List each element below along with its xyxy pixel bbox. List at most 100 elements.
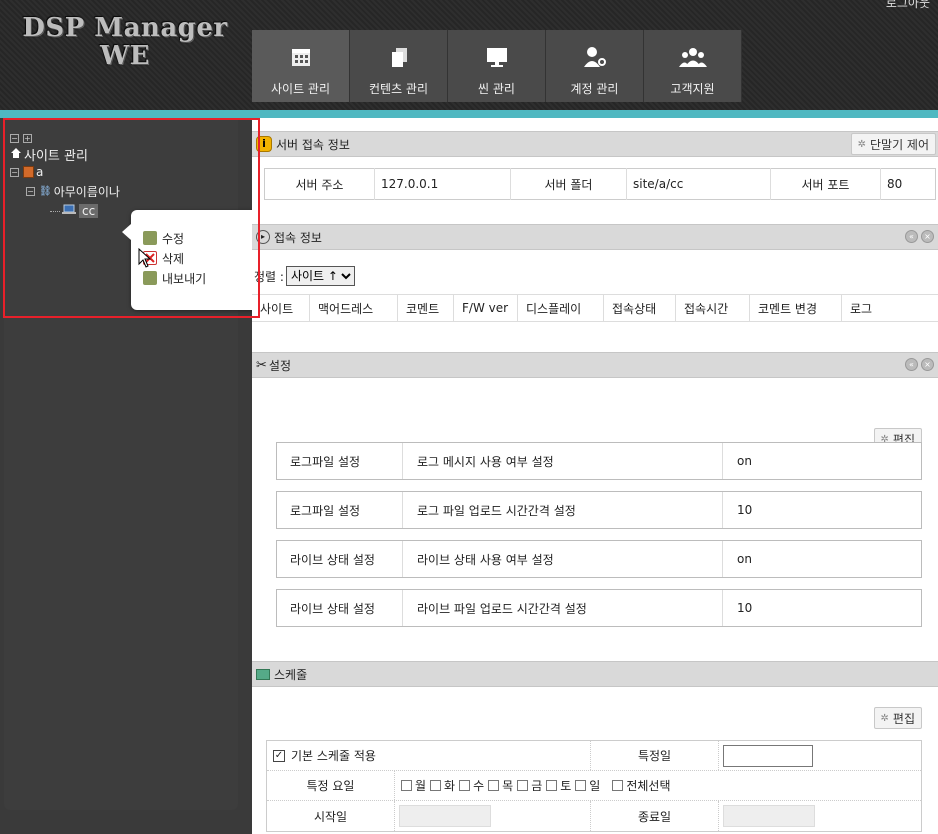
header: DSP Manager WE 로그아웃 사이트 관리 컨텐츠 관리 씬 관리 계… xyxy=(0,0,938,110)
app-title-line2: WE xyxy=(99,41,151,71)
column-header: 코멘트 변경 xyxy=(750,295,842,321)
close-icon[interactable]: × xyxy=(921,230,934,243)
server-folder-label: 서버 폴더 xyxy=(510,168,627,200)
main-content: i 서버 접속 정보 ✲ 단말기 제어 서버 주소 127.0.0.1 서버 폴… xyxy=(252,118,938,834)
minimize-icon[interactable]: « xyxy=(905,358,918,371)
expand-all-icon[interactable]: + xyxy=(23,133,32,143)
export-icon xyxy=(143,271,157,285)
setting-description: 라이브 상태 사용 여부 설정 xyxy=(403,541,723,577)
column-header: 접속시간 xyxy=(676,295,750,321)
context-menu-export[interactable]: 내보내기 xyxy=(131,268,268,288)
users-icon xyxy=(678,44,707,70)
weekday-label: 목 xyxy=(502,779,514,793)
device-control-button[interactable]: ✲ 단말기 제어 xyxy=(850,133,936,155)
weekday-checkbox[interactable] xyxy=(575,780,587,791)
tree-node-label: cc xyxy=(79,204,99,218)
column-header: 디스플레이 xyxy=(518,295,604,321)
sort-select[interactable]: 사이트 ↑ xyxy=(285,266,355,286)
schedule-row-basic: ✓ 기본 스케줄 적용 특정일 xyxy=(267,741,921,771)
laptop-icon xyxy=(62,204,76,218)
setting-category: 로그파일 설정 xyxy=(277,492,403,528)
collapse-circle-icon[interactable]: ▸ xyxy=(256,230,270,244)
button-label: 단말기 제어 xyxy=(869,137,929,152)
image-icon xyxy=(256,668,270,680)
connection-info-header: ▸ 접속 정보 « × xyxy=(252,224,938,250)
panel-title: 서버 접속 정보 xyxy=(276,137,350,152)
collapse-all-icon[interactable]: − xyxy=(10,133,19,143)
weekday-checkbox[interactable] xyxy=(546,780,558,791)
sort-label: 정렬 : xyxy=(254,269,284,284)
context-menu-edit[interactable]: 수정 xyxy=(131,228,268,248)
setting-description: 로그 메시지 사용 여부 설정 xyxy=(403,443,723,479)
menu-item-label: 삭제 xyxy=(162,251,185,266)
tree-connector xyxy=(50,210,60,212)
minimize-icon[interactable]: « xyxy=(905,230,918,243)
site-tree: − + 사이트 관리 − a − ⛓ 아무이름이나 cc xyxy=(10,130,120,219)
tab-customer-support[interactable]: 고객지원 xyxy=(644,30,742,102)
tab-scene-management[interactable]: 씬 관리 xyxy=(448,30,546,102)
tab-label: 고객지원 xyxy=(670,82,715,96)
tab-label: 씬 관리 xyxy=(478,82,515,96)
select-all-label: 전체선택 xyxy=(626,779,671,793)
tree-node-site[interactable]: − a xyxy=(10,164,120,180)
setting-value: 10 xyxy=(737,503,753,517)
gear-icon: ✲ xyxy=(857,138,866,150)
select-all-checkbox[interactable] xyxy=(612,780,624,791)
collapse-icon[interactable]: − xyxy=(26,186,35,196)
tree-root-label: 사이트 관리 xyxy=(24,148,88,164)
panel-controls: « × xyxy=(905,230,934,243)
schedule-row-dates: 시작일 종료일 xyxy=(267,801,921,831)
basic-schedule-label: 기본 스케줄 적용 xyxy=(291,749,376,763)
tab-site-management[interactable]: 사이트 관리 xyxy=(252,30,350,102)
info-icon: i xyxy=(256,136,272,152)
home-icon xyxy=(10,147,22,162)
tab-content-management[interactable]: 컨텐츠 관리 xyxy=(350,30,448,102)
weekday-label: 특정 요일 xyxy=(267,771,395,800)
basic-schedule-checkbox[interactable]: ✓ xyxy=(273,749,285,762)
setting-value: on xyxy=(737,454,752,468)
schedule-edit-button[interactable]: ✲ 편집 xyxy=(873,707,922,729)
calendar-icon xyxy=(290,44,312,70)
weekday-label: 일 xyxy=(589,779,601,793)
settings-row: 로그파일 설정 로그 파일 업로드 시간간격 설정 10 xyxy=(276,491,922,529)
settings-row: 라이브 상태 설정 라이브 파일 업로드 시간간격 설정 10 xyxy=(276,589,922,627)
setting-value: 10 xyxy=(737,601,753,615)
tree-node-group[interactable]: − ⛓ 아무이름이나 xyxy=(10,183,120,199)
weekday-checkbox[interactable] xyxy=(401,780,412,791)
tree-node-device[interactable]: cc xyxy=(10,203,120,219)
end-date-cell xyxy=(719,805,815,827)
weekday-checkbox[interactable] xyxy=(517,780,529,791)
tools-icon: ✂ xyxy=(256,357,267,373)
tab-account-management[interactable]: 계정 관리 xyxy=(546,30,644,102)
copy-icon xyxy=(388,44,410,70)
connection-table-header: 사이트 맥어드레스 코멘트 F/W ver 디스플레이 접속상태 접속시간 코멘… xyxy=(252,294,938,322)
start-date-label: 시작일 xyxy=(267,801,395,831)
network-icon: ⛓ xyxy=(39,185,52,197)
app-logo: DSP Manager WE xyxy=(20,14,230,70)
weekday-checkbox[interactable] xyxy=(488,780,500,791)
tree-node-label: 아무이름이나 xyxy=(53,184,120,199)
special-day-input[interactable] xyxy=(723,744,813,767)
tab-label: 계정 관리 xyxy=(570,82,619,96)
weekday-checkbox[interactable] xyxy=(459,780,471,791)
settings-row: 라이브 상태 설정 라이브 상태 사용 여부 설정 on xyxy=(276,540,922,578)
close-icon[interactable]: × xyxy=(921,358,934,371)
collapse-icon[interactable]: − xyxy=(10,167,19,177)
setting-description: 라이브 파일 업로드 시간간격 설정 xyxy=(403,590,723,626)
logout-link[interactable]: 로그아웃 xyxy=(886,0,930,11)
schedule-table: ✓ 기본 스케줄 적용 특정일 특정 요일 월 화 수 목 금 토 일 전체선택… xyxy=(266,740,922,832)
end-date-input[interactable] xyxy=(723,805,815,827)
weekday-label: 화 xyxy=(444,779,456,793)
column-header: F/W ver xyxy=(454,295,518,321)
setting-value: on xyxy=(737,552,752,566)
server-folder-value: site/a/cc xyxy=(626,168,771,200)
weekday-checkbox[interactable] xyxy=(430,780,442,791)
tab-label: 사이트 관리 xyxy=(270,82,330,96)
column-header: 로그 xyxy=(850,301,873,316)
weekday-label: 수 xyxy=(473,779,485,793)
start-date-input[interactable] xyxy=(399,805,491,827)
tree-root[interactable]: 사이트 관리 xyxy=(10,146,120,164)
start-date-cell xyxy=(395,801,591,831)
schedule-row-weekday: 특정 요일 월 화 수 목 금 토 일 전체선택 xyxy=(267,771,921,801)
server-info-header: i 서버 접속 정보 xyxy=(252,131,938,157)
